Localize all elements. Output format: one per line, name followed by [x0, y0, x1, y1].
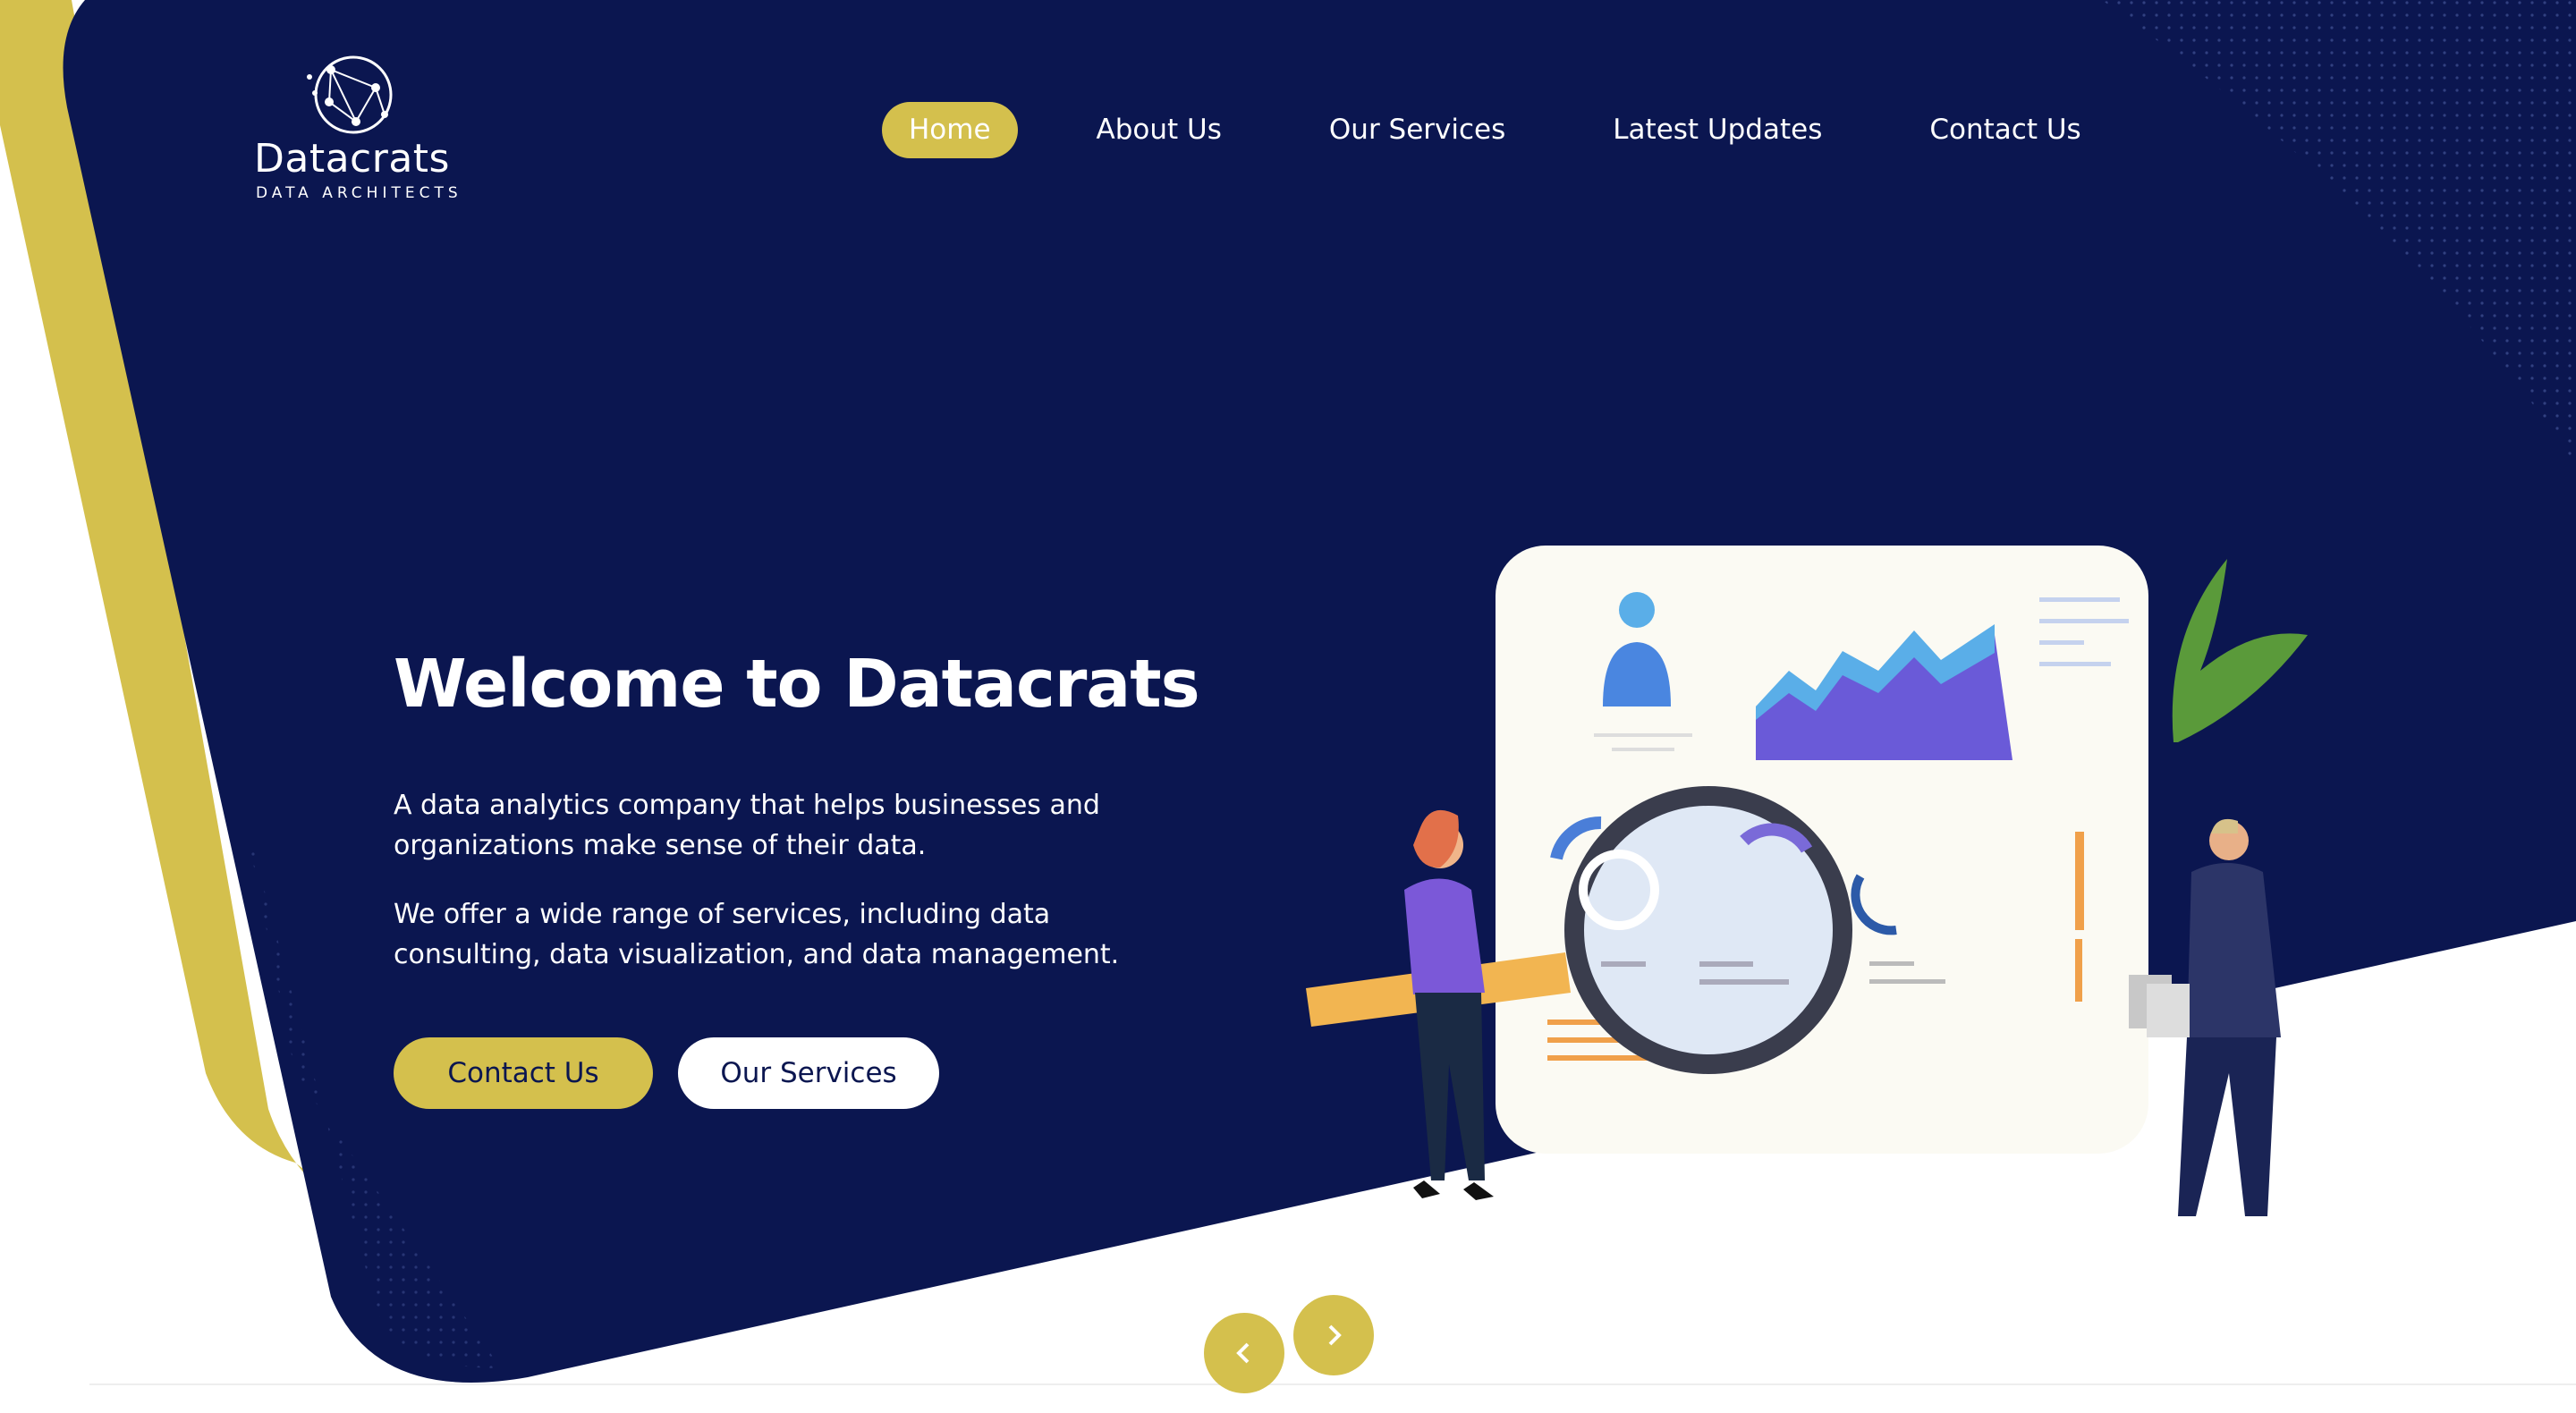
hero-paragraph-1: A data analytics company that helps busi…	[394, 790, 1100, 861]
hero-title: Welcome to Datacrats	[394, 646, 1200, 723]
nav-our-services[interactable]: Our Services	[1302, 102, 1532, 158]
nav-contact-us[interactable]: Contact Us	[1902, 102, 2107, 158]
brand-tagline: DATA ARCHITECTS	[256, 184, 462, 202]
contact-us-button[interactable]: Contact Us	[394, 1037, 653, 1109]
our-services-button[interactable]: Our Services	[678, 1037, 939, 1109]
carousel-next-button[interactable]	[1293, 1295, 1374, 1375]
nav-about-us[interactable]: About Us	[1070, 102, 1249, 158]
chevron-right-icon	[1328, 1324, 1342, 1346]
carousel-prev-button[interactable]	[1204, 1313, 1284, 1393]
chevron-left-icon	[1236, 1342, 1250, 1364]
nav-home[interactable]: Home	[882, 102, 1018, 158]
data-analysis-illustration	[1306, 546, 2308, 1216]
page: Datacrats DATA ARCHITECTS Home About Us …	[0, 0, 2576, 1413]
hero-paragraph-2: We offer a wide range of services, inclu…	[394, 899, 1120, 970]
nav-latest-updates[interactable]: Latest Updates	[1586, 102, 1849, 158]
brand-name[interactable]: Datacrats	[254, 140, 450, 179]
main-nav: Home About Us Our Services Latest Update…	[882, 102, 2162, 158]
